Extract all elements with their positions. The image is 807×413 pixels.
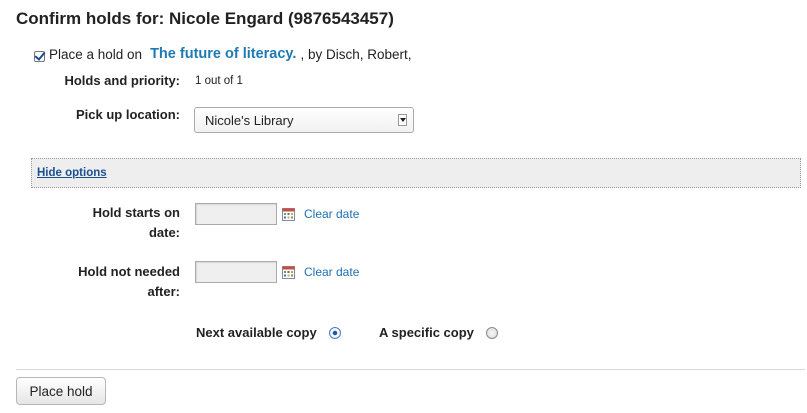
next-available-copy-radio[interactable] (329, 327, 341, 339)
hold-start-label: Hold starts on date: (93, 203, 180, 243)
author-text: , by Disch, Robert, (300, 46, 412, 62)
priority-value: 1 out of 1 (195, 75, 243, 87)
hide-options-link[interactable]: Hide options (37, 167, 107, 179)
calendar-icon[interactable] (282, 208, 295, 221)
hold-start-label-line1: Hold starts on (92, 205, 180, 220)
priority-label: Holds and priority: (64, 73, 180, 88)
hold-checkbox[interactable] (34, 50, 45, 62)
next-available-copy-label: Next available copy (196, 325, 317, 340)
chevron-down-icon (398, 114, 407, 126)
pickup-location-select[interactable]: Nicole's Library (194, 107, 414, 133)
specific-copy-radio[interactable] (486, 327, 498, 339)
hold-prefix: Place a hold on (49, 46, 143, 62)
place-hold-button[interactable]: Place hold (16, 377, 106, 405)
clear-expire-date-link[interactable]: Clear date (304, 265, 359, 279)
hold-expire-date-input[interactable] (195, 261, 277, 283)
clear-start-date-link[interactable]: Clear date (304, 207, 359, 221)
hold-start-date-input[interactable] (195, 203, 277, 225)
calendar-icon[interactable] (282, 266, 295, 279)
hold-item-line: Place a hold on The future of literacy. … (34, 44, 412, 64)
specific-copy-label: A specific copy (379, 325, 474, 340)
biblio-title-link[interactable]: The future of literacy. (150, 46, 296, 62)
pickup-location-value: Nicole's Library (205, 112, 294, 128)
hold-expire-label: Hold not needed after: (78, 262, 180, 302)
options-toolbar: Hide options (31, 158, 801, 188)
pickup-label: Pick up location: (75, 107, 180, 122)
hold-expire-label-line2: after: (147, 284, 180, 299)
divider (16, 369, 805, 370)
page-title: Confirm holds for: Nicole Engard (987654… (16, 9, 394, 28)
hold-start-label-line2: date: (148, 225, 180, 240)
hold-expire-label-line1: Hold not needed (78, 264, 180, 279)
